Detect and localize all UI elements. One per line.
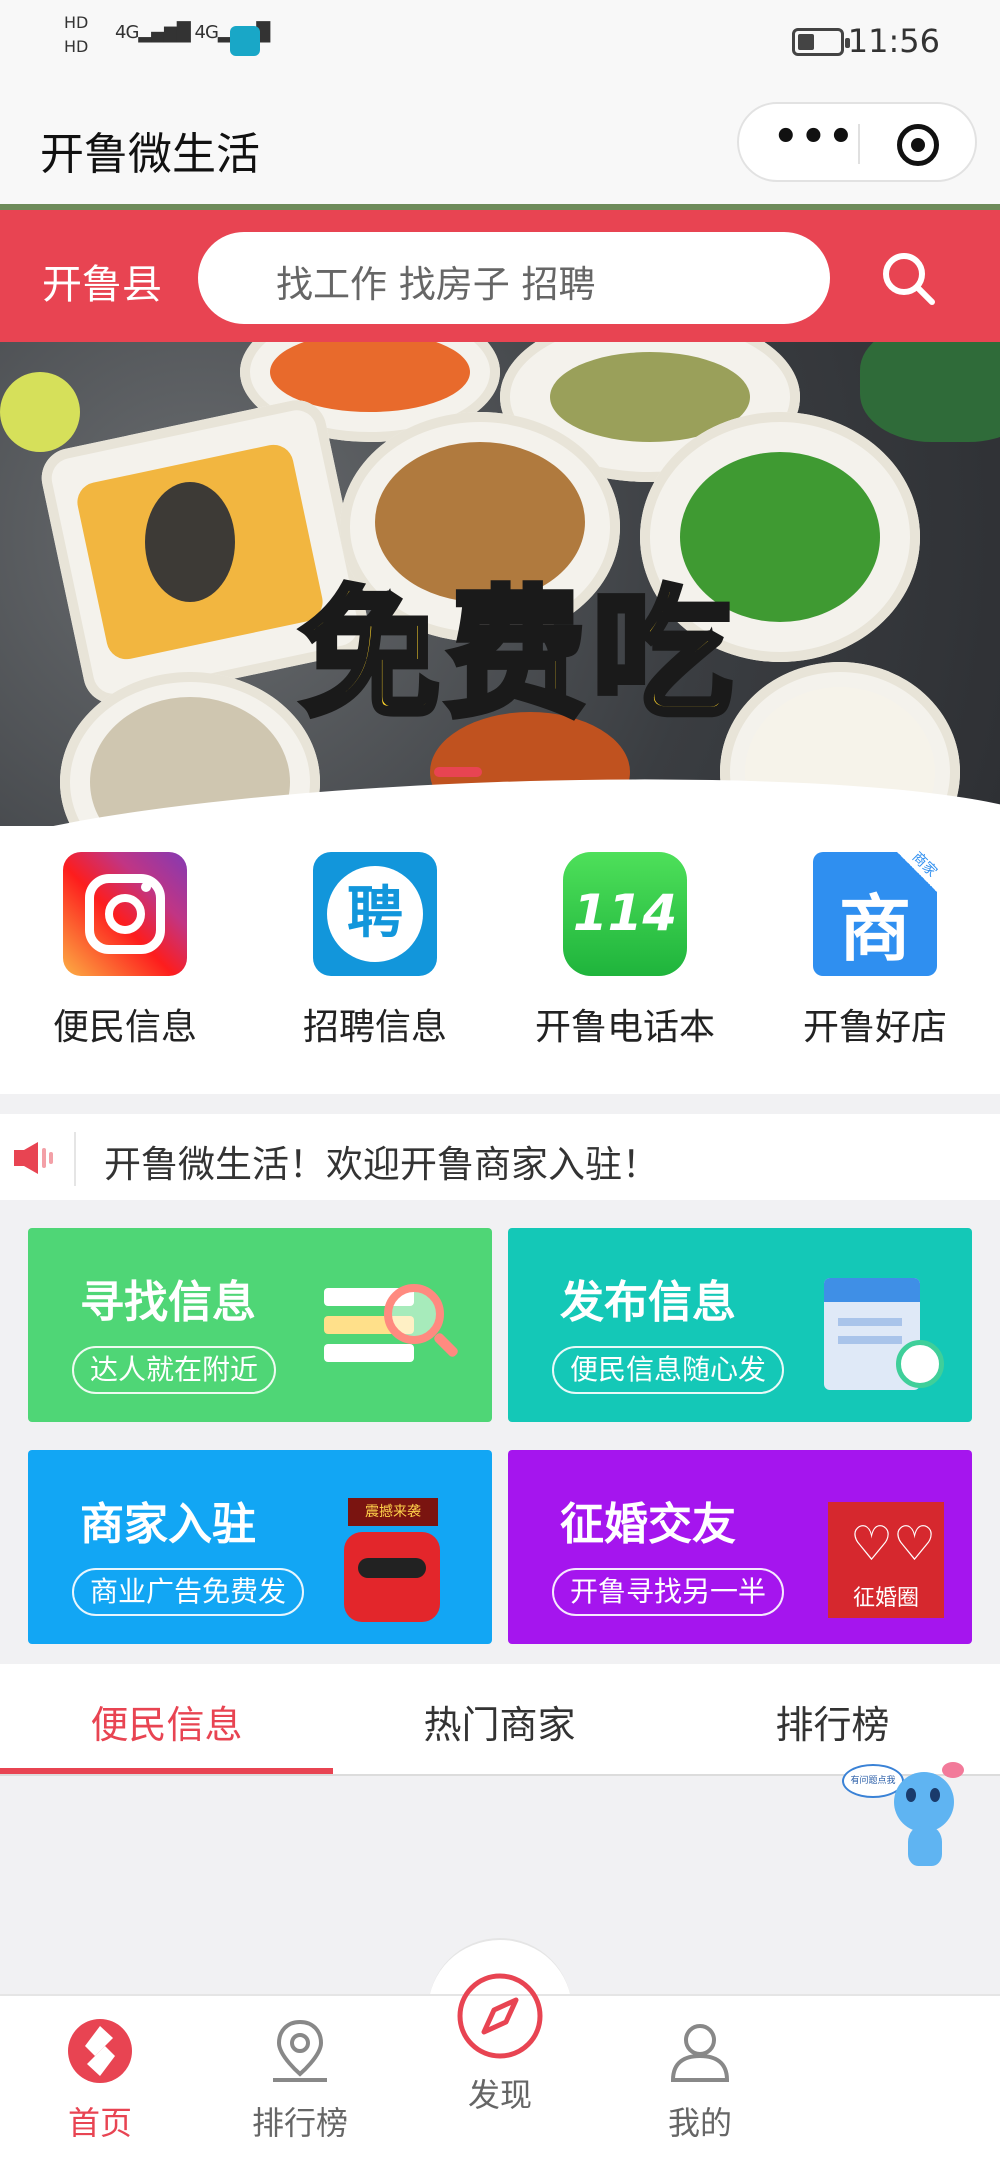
- nav-discover[interactable]: 发现: [400, 1966, 600, 2116]
- content-tabs: 便民信息 热门商家 排行榜: [0, 1664, 1000, 1776]
- close-target-icon[interactable]: [897, 124, 939, 166]
- nav-ranking[interactable]: 排行榜: [200, 2016, 400, 2144]
- dating-art-text: 征婚圈: [852, 1586, 919, 1611]
- search-header: 开鲁县 找工作 找房子 招聘: [0, 204, 1000, 342]
- notice-text: 开鲁微生活！欢迎开鲁商家入驻！: [104, 1143, 659, 1186]
- nav-label: 我的: [667, 2104, 732, 2142]
- quick-links: 便民信息 聘 招聘信息 114 开鲁电话本 商 商家 开鲁好店: [0, 826, 1000, 1094]
- banner-lemon: [0, 372, 80, 452]
- mini-program-title-bar: 开鲁微生活 •••: [0, 88, 1000, 204]
- red-envelope-mascot-icon: 震撼来袭: [318, 1498, 478, 1628]
- signal-2-label: 4G: [194, 22, 219, 43]
- status-bar: HD HD 4G▂▄▆█ 4G▂▄▆█ 11:56: [0, 0, 1000, 88]
- card-title: 征婚交友: [560, 1499, 736, 1550]
- page-title: 开鲁微生活: [40, 129, 260, 180]
- promo-banner[interactable]: 免费吃: [0, 342, 1000, 826]
- help-mascot[interactable]: 有问题点我: [842, 1762, 972, 1870]
- search-placeholder: 找工作 找房子 招聘: [276, 263, 596, 306]
- dating-circle-logo: ♡♡ 征婚圈: [828, 1502, 944, 1618]
- app-root: HD HD 4G▂▄▆█ 4G▂▄▆█ 11:56 开鲁微生活 ••• 开鲁县 …: [0, 0, 1000, 2167]
- banner-indicator: [434, 767, 482, 777]
- capsule-menu: •••: [737, 102, 977, 182]
- banner-sea-cucumber: [145, 482, 235, 602]
- nav-label: 首页: [67, 2104, 132, 2142]
- recruit-glyph: 聘: [327, 866, 423, 962]
- publish-doc-icon: [818, 1278, 948, 1398]
- hearts-icon: ♡♡: [850, 1516, 937, 1572]
- card-dating[interactable]: 征婚交友 开鲁寻找另一半 ♡♡ 征婚圈: [508, 1450, 972, 1644]
- quick-link-recruit[interactable]: 聘 招聘信息: [250, 852, 500, 1050]
- quick-link-label: 招聘信息: [302, 1007, 447, 1048]
- more-dots-icon[interactable]: •••: [773, 114, 856, 160]
- app-notification-icon: [230, 26, 260, 56]
- bottom-nav: 首页 排行榜 发现 我的: [0, 1973, 1000, 2167]
- notice-bar[interactable]: 开鲁微生活！欢迎开鲁商家入驻！: [0, 1114, 1000, 1200]
- mascot-head-icon: [894, 1772, 954, 1832]
- hd-top-label: HD: [64, 13, 89, 32]
- mascot-bow-icon: [942, 1762, 964, 1778]
- nav-label: 发现: [467, 2076, 532, 2114]
- search-icon[interactable]: [880, 250, 936, 306]
- banner-leaves: [860, 342, 1000, 442]
- card-subtitle: 商业广告免费发: [72, 1568, 305, 1616]
- home-logo-icon: [68, 2019, 132, 2083]
- hd-indicator: HD HD: [64, 14, 88, 56]
- speaker-icon: [14, 1142, 53, 1174]
- card-publish-info[interactable]: 发布信息 便民信息随心发: [508, 1228, 972, 1422]
- quick-link-label: 开鲁电话本: [534, 1007, 715, 1048]
- hd-bottom-label: HD: [64, 37, 89, 56]
- merchant-art-text: 震撼来袭: [348, 1498, 438, 1526]
- quick-link-label: 便民信息: [52, 1007, 197, 1048]
- card-title: 寻找信息: [80, 1277, 256, 1328]
- nav-mine[interactable]: 我的: [600, 2016, 800, 2144]
- location-pin-icon: [273, 2019, 327, 2082]
- card-subtitle: 开鲁寻找另一半: [552, 1568, 785, 1616]
- card-subtitle: 便民信息随心发: [552, 1346, 785, 1394]
- quick-link-phonebook[interactable]: 114 开鲁电话本: [500, 852, 750, 1050]
- capsule-divider: [858, 124, 860, 164]
- tab-hot-merchants[interactable]: 热门商家: [333, 1694, 666, 1749]
- user-icon: [670, 2024, 730, 2082]
- shop-icon: 商 商家: [813, 849, 940, 976]
- card-find-info[interactable]: 寻找信息 达人就在附近: [28, 1228, 492, 1422]
- nav-label: 排行榜: [251, 2104, 348, 2142]
- city-selector[interactable]: 开鲁县: [42, 252, 162, 310]
- card-merchant-join[interactable]: 商家入驻 商业广告免费发 震撼来袭: [28, 1450, 492, 1644]
- card-subtitle: 达人就在附近: [72, 1346, 277, 1394]
- card-title: 发布信息: [560, 1277, 736, 1328]
- card-title: 商家入驻: [80, 1499, 256, 1550]
- quick-link-shop[interactable]: 商 商家 开鲁好店: [750, 849, 1000, 1050]
- nav-home[interactable]: 首页: [0, 2016, 200, 2144]
- phonebook-glyph: 114: [572, 884, 678, 942]
- quick-link-label: 开鲁好店: [802, 1007, 947, 1048]
- notice-divider: [74, 1132, 76, 1186]
- search-input[interactable]: 找工作 找房子 招聘: [198, 232, 830, 324]
- clock: 11:56: [847, 22, 940, 60]
- banner-headline: 免费吃: [297, 571, 739, 740]
- phonebook-114-icon: 114: [563, 852, 687, 976]
- active-tab-indicator: [0, 1768, 333, 1774]
- battery-icon: [792, 28, 850, 56]
- instagram-icon: [63, 852, 187, 976]
- tab-convenience[interactable]: 便民信息: [0, 1694, 333, 1749]
- signal-1-label: 4G: [115, 22, 139, 43]
- quick-link-convenience[interactable]: 便民信息: [0, 852, 250, 1050]
- tab-ranking[interactable]: 排行榜: [666, 1694, 999, 1749]
- search-doc-icon: [324, 1278, 464, 1388]
- compass-icon: [457, 1973, 543, 2059]
- recruit-icon: 聘: [313, 852, 437, 976]
